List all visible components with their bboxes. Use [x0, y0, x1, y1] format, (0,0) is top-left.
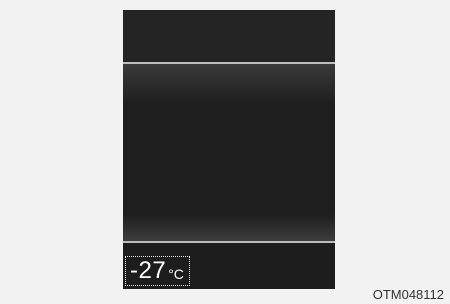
- cluster-display: -27 °C: [123, 10, 335, 289]
- bottom-shade: [123, 215, 335, 241]
- top-shade: [123, 64, 335, 102]
- outside-temperature-readout: -27 °C: [125, 256, 190, 286]
- figure-code: OTM048112: [372, 287, 444, 302]
- display-top-band: [123, 10, 335, 62]
- temperature-value: -27: [130, 257, 167, 284]
- temperature-unit: °C: [168, 266, 184, 282]
